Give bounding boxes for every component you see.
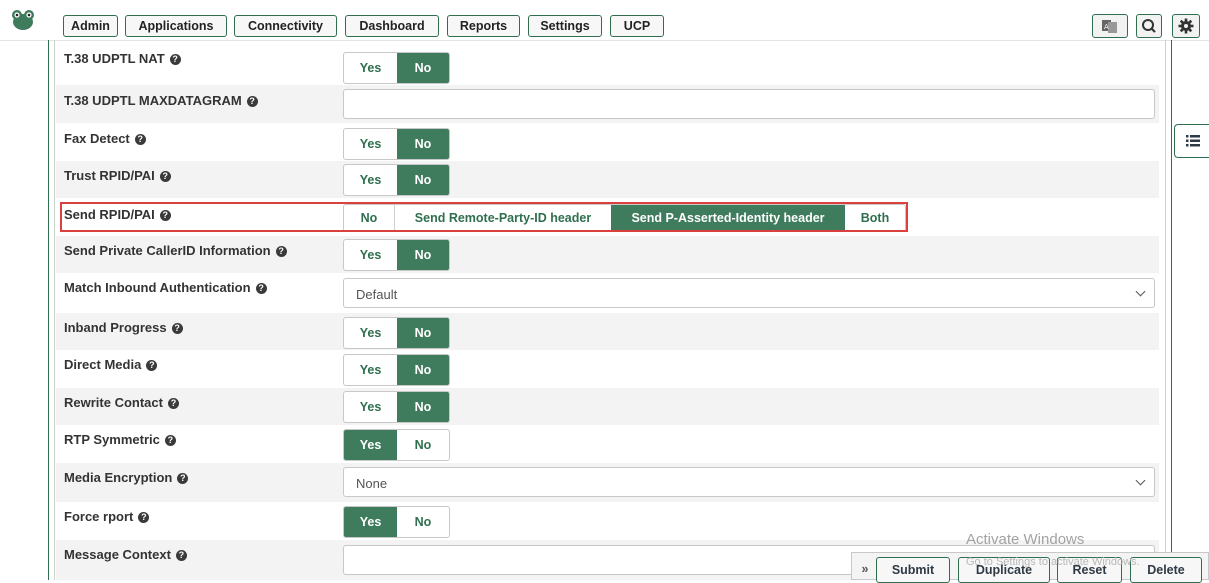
field-label: RTP Symmetric — [64, 432, 160, 447]
nav-reports[interactable]: Reports — [447, 15, 520, 37]
chevron-down-icon — [1135, 286, 1146, 297]
search-button[interactable] — [1136, 14, 1162, 38]
help-icon[interactable]: ? — [255, 283, 267, 294]
trust-rpid-pai-toggle: Yes No — [343, 164, 450, 196]
settings-button[interactable] — [1172, 14, 1200, 38]
field-label: Match Inbound Authentication — [64, 280, 251, 295]
option-no[interactable]: No — [397, 430, 449, 460]
direct-media-toggle: Yes No — [343, 354, 450, 386]
inband-progress-toggle: Yes No — [343, 317, 450, 349]
option-no[interactable]: No — [397, 53, 449, 83]
field-label: Message Context — [64, 547, 171, 562]
option-yes[interactable]: Yes — [344, 507, 397, 537]
option-yes[interactable]: Yes — [344, 355, 397, 385]
field-label: Trust RPID/PAI — [64, 168, 155, 183]
option-yes[interactable]: Yes — [344, 240, 397, 270]
option-no[interactable]: No — [397, 507, 449, 537]
field-label: Send Private CallerID Information — [64, 243, 271, 258]
nav-ucp[interactable]: UCP — [610, 15, 664, 37]
help-icon[interactable]: ? — [134, 134, 146, 145]
language-icon: A — [1102, 20, 1117, 33]
language-button[interactable]: A — [1092, 14, 1128, 38]
send-private-callerid-toggle: Yes No — [343, 239, 450, 271]
option-no[interactable]: No — [397, 318, 449, 348]
help-icon[interactable]: ? — [177, 473, 189, 484]
t38-maxdatagram-input[interactable] — [343, 89, 1155, 119]
option-yes[interactable]: Yes — [344, 129, 397, 159]
t38-udptl-nat-toggle: Yes No — [343, 52, 450, 84]
field-label: Direct Media — [64, 357, 142, 372]
activate-windows-watermark-subtext: Go to Settings to activate Windows. — [966, 556, 1140, 568]
freepbx-frog-logo-icon[interactable] — [10, 7, 36, 33]
field-label: Rewrite Contact — [64, 395, 163, 410]
submit-button[interactable]: Submit — [876, 557, 950, 583]
help-icon[interactable]: ? — [138, 512, 150, 523]
option-yes[interactable]: Yes — [344, 318, 397, 348]
form-row-t38-maxdatagram: T.38 UDPTL MAXDATAGRAM? — [56, 85, 1159, 123]
form-row-media-encryption: Media Encryption? None — [56, 463, 1159, 502]
help-icon[interactable]: ? — [164, 435, 176, 446]
help-icon[interactable]: ? — [175, 550, 187, 561]
form-row-direct-media: Direct Media? Yes No — [56, 350, 1159, 388]
rtp-symmetric-toggle: Yes No — [343, 429, 450, 461]
help-icon[interactable]: ? — [246, 96, 258, 107]
match-inbound-auth-select[interactable]: Default — [343, 278, 1155, 308]
help-icon[interactable]: ? — [167, 398, 179, 409]
option-no[interactable]: No — [397, 240, 449, 270]
field-label: Fax Detect — [64, 131, 130, 146]
nav-dashboard[interactable]: Dashboard — [345, 15, 439, 37]
svg-text:A: A — [1104, 23, 1109, 31]
option-yes[interactable]: Yes — [344, 53, 397, 83]
nav-admin[interactable]: Admin — [63, 15, 118, 37]
help-icon[interactable]: ? — [275, 246, 287, 257]
force-rport-toggle: Yes No — [343, 506, 450, 538]
top-nav-bar: Admin Applications Connectivity Dashboar… — [0, 0, 1209, 41]
form-row-trust-rpid-pai: Trust RPID/PAI? Yes No — [56, 161, 1159, 198]
rewrite-contact-toggle: Yes No — [343, 391, 450, 423]
field-label: Media Encryption — [64, 470, 173, 485]
option-yes[interactable]: Yes — [344, 392, 397, 422]
form-row-match-inbound-auth: Match Inbound Authentication? Default — [56, 273, 1159, 313]
highlight-box — [60, 202, 908, 232]
option-no[interactable]: No — [397, 165, 449, 195]
help-icon[interactable]: ? — [171, 323, 183, 334]
help-icon[interactable]: ? — [169, 54, 181, 65]
expand-action-bar-button[interactable]: » — [856, 557, 874, 583]
nav-settings[interactable]: Settings — [528, 15, 602, 37]
select-value: None — [356, 476, 388, 491]
form-row-fax-detect: Fax Detect? Yes No — [56, 123, 1159, 161]
field-label: Force rport — [64, 509, 134, 524]
media-encryption-select[interactable]: None — [343, 467, 1155, 497]
chevron-down-icon — [1135, 475, 1146, 486]
nav-applications[interactable]: Applications — [125, 15, 227, 37]
gear-icon — [1178, 18, 1194, 34]
form-row-rewrite-contact: Rewrite Contact? Yes No — [56, 388, 1159, 425]
form-row-rtp-symmetric: RTP Symmetric? Yes No — [56, 425, 1159, 463]
field-label: Inband Progress — [64, 320, 167, 335]
field-label: T.38 UDPTL NAT — [64, 51, 165, 66]
search-icon — [1142, 19, 1156, 33]
help-icon[interactable]: ? — [159, 171, 171, 182]
list-icon — [1186, 135, 1200, 147]
delete-button[interactable]: Delete — [1130, 557, 1202, 583]
option-yes[interactable]: Yes — [344, 430, 397, 460]
option-yes[interactable]: Yes — [344, 165, 397, 195]
option-no[interactable]: No — [397, 129, 449, 159]
form-row-inband-progress: Inband Progress? Yes No — [56, 313, 1159, 350]
activate-windows-watermark: Activate Windows — [966, 531, 1085, 548]
help-icon[interactable]: ? — [146, 360, 158, 371]
select-value: Default — [356, 287, 398, 302]
fax-detect-toggle: Yes No — [343, 128, 450, 160]
form-row-send-private-callerid: Send Private CallerID Information? Yes N… — [56, 236, 1159, 273]
form-row-t38-udptl-nat: T.38 UDPTL NAT? Yes No — [56, 44, 1159, 85]
field-label: T.38 UDPTL MAXDATAGRAM — [64, 93, 242, 108]
option-no[interactable]: No — [397, 392, 449, 422]
sidebar-toggle-button[interactable] — [1174, 124, 1209, 158]
option-no[interactable]: No — [397, 355, 449, 385]
nav-connectivity[interactable]: Connectivity — [234, 15, 337, 37]
